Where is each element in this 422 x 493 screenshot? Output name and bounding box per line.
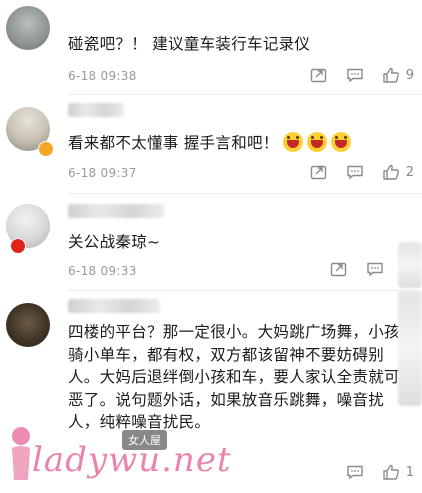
comment-text: 看来都不太懂事 握手言和吧！ [68,132,414,155]
comment-time: 6-18 09:38 [68,69,137,83]
watermark-badge: 女人屋 [122,430,167,450]
like-button[interactable]: 9 [382,66,414,84]
comment-button[interactable] [346,464,364,480]
comment-actions: 1 [328,463,414,481]
avatar[interactable] [6,303,50,347]
share-button[interactable] [330,261,348,277]
share-button[interactable] [310,164,328,180]
laughing-emoji-icon [306,132,327,152]
username-blurred [68,103,124,117]
comment-time: 6-18 09:37 [68,166,137,180]
comment-button[interactable] [346,67,364,83]
laughing-emoji-icon [282,132,303,152]
share-icon [310,68,326,83]
comment-icon [347,165,363,180]
share-icon [330,262,347,277]
comment-time: 6-18 09:33 [68,264,137,278]
verified-badge-icon [10,238,26,254]
comment-text: 四楼的平台？那一定很小。大妈跳广场舞，小孩骑小单车，都有权，双方都该留神不要妨碍… [68,323,400,431]
comment-text-content: 看来都不太懂事 握手言和吧！ [68,134,279,152]
comment-item: 碰瓷吧？！ 建议童车装行车记录仪 6-18 09:38 9 [0,0,422,95]
comment-actions: 9 [292,66,414,84]
like-count: 1 [405,464,414,480]
blurred-side-area [398,291,422,406]
thumbs-up-icon [383,164,399,180]
username-blurred [68,204,164,218]
verified-badge-icon [38,141,54,157]
comment-item: 关公战秦琼~ 6-18 09:33 [0,194,422,291]
like-count: 2 [405,164,414,180]
username-blurred [68,299,160,313]
comment-icon [367,262,383,277]
watermark: ladywu.net 女人屋 [2,418,231,493]
thumbs-up-icon [383,67,399,83]
like-button[interactable]: 2 [382,163,414,181]
blurred-like-area [398,242,422,288]
share-button[interactable] [310,67,328,83]
comment-button[interactable] [346,164,364,180]
comment-text: 关公战秦琼~ [68,233,161,251]
comment-actions [312,261,384,277]
comment-text: 碰瓷吧？！ 建议童车装行车记录仪 [68,35,311,53]
share-icon [310,165,326,180]
avatar[interactable] [6,6,50,50]
comment-item: 看来都不太懂事 握手言和吧！ 6-18 09:37 2 [0,95,422,194]
comment-actions: 2 [292,163,414,181]
like-button[interactable]: 1 [382,463,414,481]
thumbs-up-icon [383,464,399,480]
laughing-emoji-icon [330,132,351,152]
like-count: 9 [405,67,414,83]
comment-button[interactable] [366,261,384,277]
comment-icon [347,68,363,83]
comment-icon [347,465,363,480]
